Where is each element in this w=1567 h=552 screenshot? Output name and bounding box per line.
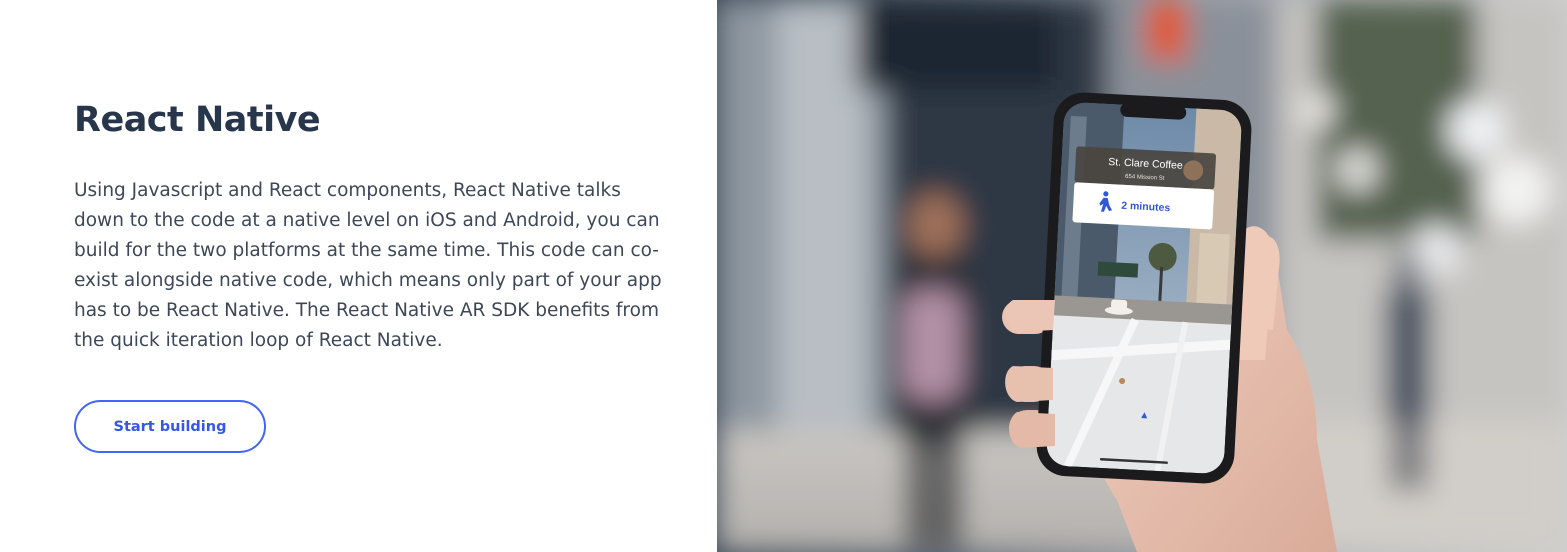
walk-time: 2 minutes	[1121, 200, 1171, 215]
hero-photo: St. Clare Coffee 654 Mission St 2 minute…	[717, 0, 1567, 552]
phone-screen: St. Clare Coffee 654 Mission St 2 minute…	[1045, 101, 1243, 475]
text-panel: React Native Using Javascript and React …	[0, 0, 717, 552]
react-native-section: React Native Using Javascript and React …	[0, 0, 1567, 552]
phone: St. Clare Coffee 654 Mission St 2 minute…	[1036, 92, 1252, 484]
section-description: Using Javascript and React components, R…	[74, 180, 662, 351]
start-building-button[interactable]: Start building	[74, 400, 266, 453]
section-title: React Native	[74, 100, 321, 140]
ar-phone-photo: St. Clare Coffee 654 Mission St 2 minute…	[717, 0, 1567, 552]
